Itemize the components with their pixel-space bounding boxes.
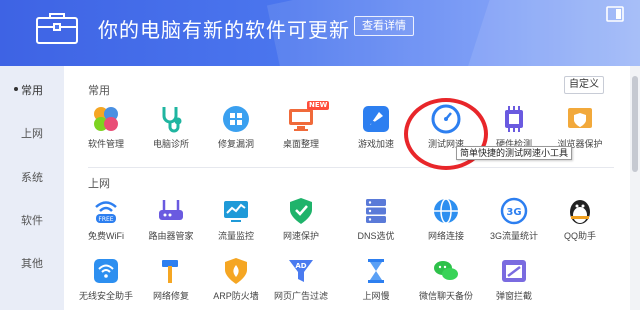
- svg-text:FREE: FREE: [98, 216, 113, 223]
- sidebar-item-software[interactable]: 软件: [0, 212, 64, 228]
- sidebar-item-label: 其他: [21, 258, 43, 270]
- tool-3g-stats[interactable]: 3G 3G流量统计: [482, 196, 546, 242]
- tool-label: 网络修复: [152, 291, 189, 301]
- dns-server-icon: [366, 199, 386, 223]
- tool-label: 无线安全助手: [78, 291, 133, 301]
- sidebar-item-system[interactable]: 系统: [0, 169, 64, 185]
- tool-ad-filter[interactable]: AD 网页广告过滤: [269, 256, 333, 302]
- tool-wechat-backup[interactable]: 微信聊天备份: [414, 256, 478, 302]
- tool-free-wifi[interactable]: FREE 免费WiFi: [74, 196, 138, 242]
- customize-button[interactable]: 自定义: [564, 76, 604, 94]
- tool-wireless-security[interactable]: 无线安全助手: [74, 256, 138, 302]
- new-badge: NEW: [307, 101, 330, 110]
- browser-shield-icon: [568, 108, 592, 128]
- category-sidebar: 常用 上网 系统 软件 其他: [0, 66, 64, 310]
- tool-traffic-monitor[interactable]: 流量监控: [204, 196, 268, 242]
- tool-label: ARP防火墙: [213, 291, 259, 301]
- tool-label: 网页广告过滤: [273, 291, 328, 301]
- network-shield-icon: [290, 198, 312, 224]
- sidebar-item-common[interactable]: 常用: [0, 82, 64, 98]
- chip-icon: [505, 106, 523, 132]
- tool-game-boost[interactable]: 游戏加速: [344, 104, 408, 150]
- tool-network-protection[interactable]: 网速保护: [269, 196, 333, 242]
- section-title-common: 常用: [88, 85, 110, 97]
- tool-router-manager[interactable]: 路由器管家: [139, 196, 203, 242]
- tool-label: 修复漏洞: [217, 139, 254, 149]
- tool-label: DNS选优: [357, 231, 395, 241]
- tool-label: 免费WiFi: [88, 231, 124, 241]
- tool-label: 流量监控: [217, 231, 254, 241]
- tool-arp-firewall[interactable]: ARP防火墙: [204, 256, 268, 302]
- tool-label: 微信聊天备份: [418, 291, 473, 301]
- tool-label: 游戏加速: [357, 139, 394, 149]
- sidebar-item-internet[interactable]: 上网: [0, 125, 64, 141]
- scrollbar-thumb[interactable]: [632, 76, 638, 172]
- tools-panel: 常用 自定义 软件管理 电脑诊所 修复漏洞 NEW 桌面整理 游戏加速 测试网速…: [64, 66, 630, 310]
- section-divider: [88, 167, 614, 168]
- sidebar-item-other[interactable]: 其他: [0, 255, 64, 271]
- svg-text:AD: AD: [295, 262, 306, 270]
- tool-label: 软件管理: [87, 139, 124, 149]
- wifi-shield-icon: [94, 259, 118, 283]
- tool-label: 网络连接: [427, 231, 464, 241]
- tool-dns-optimize[interactable]: DNS选优: [344, 196, 408, 242]
- tool-slow-internet[interactable]: 上网慢: [344, 256, 408, 302]
- tool-label: QQ助手: [563, 231, 596, 241]
- tool-popup-blocker[interactable]: 弹窗拦截: [482, 256, 546, 302]
- tool-label: 上网慢: [362, 291, 390, 301]
- ad-filter-icon: AD: [289, 260, 313, 282]
- tool-label: 桌面整理: [282, 139, 319, 149]
- router-icon: [159, 200, 183, 220]
- tool-hardware-check[interactable]: 硬件检测: [482, 104, 546, 150]
- tool-network-repair[interactable]: 网络修复: [139, 256, 203, 302]
- tool-label: 路由器管家: [148, 231, 194, 241]
- hammer-icon: [162, 260, 178, 283]
- software-manager-icon: [94, 107, 118, 131]
- tool-label: 弹窗拦截: [495, 291, 532, 301]
- qq-penguin-icon: [570, 200, 590, 224]
- header-banner: 你的电脑有新的软件可更新 查看详情: [0, 0, 640, 66]
- toolbox-icon: [36, 13, 78, 44]
- rocket-icon: [363, 106, 389, 132]
- tool-desktop-organizer[interactable]: NEW 桌面整理: [269, 101, 333, 150]
- section-title-internet: 上网: [88, 178, 110, 190]
- sidebar-item-label: 系统: [21, 172, 43, 184]
- wifi-free-icon: FREE: [95, 201, 117, 223]
- active-indicator: [14, 87, 18, 91]
- tool-fix-vulnerabilities[interactable]: 修复漏洞: [204, 104, 268, 150]
- windows-repair-icon: [223, 106, 249, 132]
- window-restore-icon[interactable]: [606, 6, 624, 22]
- wechat-icon: [434, 261, 458, 280]
- tool-label: 电脑诊所: [152, 139, 189, 149]
- tool-qq-assistant[interactable]: QQ助手: [548, 196, 612, 242]
- tool-label: 3G流量统计: [489, 231, 538, 241]
- sidebar-item-label: 软件: [21, 215, 43, 227]
- speed-test-tooltip: 简单快捷的测试网速小工具: [456, 146, 573, 160]
- tool-network-connection[interactable]: 网络连接: [414, 196, 478, 242]
- sidebar-item-label: 上网: [21, 128, 43, 140]
- hourglass-icon: [368, 259, 384, 283]
- tool-browser-protection[interactable]: 浏览器保护: [548, 104, 612, 150]
- header-title: 你的电脑有新的软件可更新: [98, 20, 350, 42]
- popup-block-icon: [502, 260, 526, 282]
- tool-software-manager[interactable]: 软件管理: [74, 104, 138, 150]
- traffic-monitor-icon: [224, 201, 248, 222]
- 3g-stats-icon: 3G: [500, 197, 528, 225]
- firewall-icon: [225, 258, 247, 284]
- stethoscope-icon: [162, 107, 182, 133]
- view-details-button[interactable]: 查看详情: [354, 16, 414, 36]
- tool-pc-clinic[interactable]: 电脑诊所: [139, 104, 203, 150]
- globe-icon: [434, 198, 458, 224]
- sidebar-item-label: 常用: [21, 85, 43, 97]
- tool-label: 网速保护: [282, 231, 319, 241]
- svg-text:3G: 3G: [506, 207, 521, 218]
